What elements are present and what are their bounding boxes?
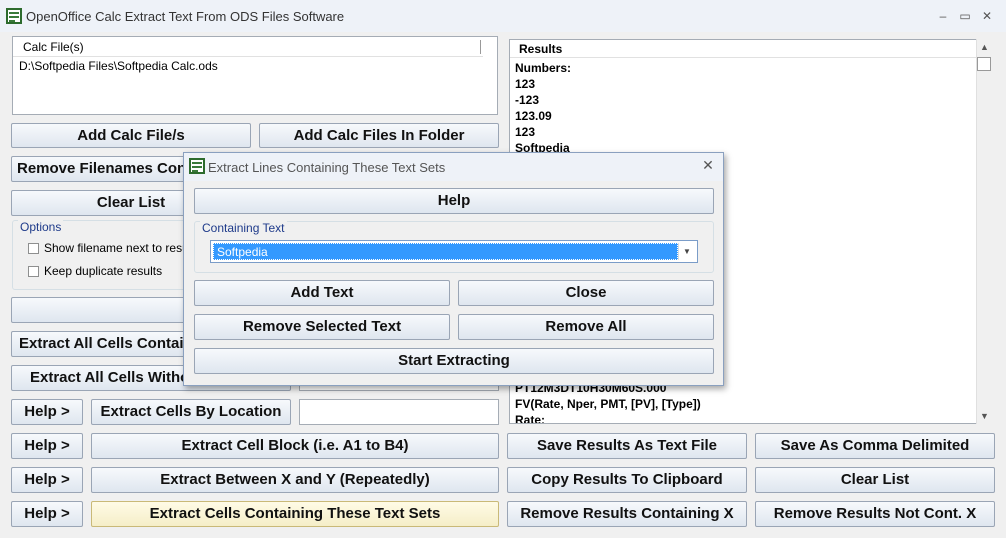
save-comma-delimited-button[interactable]: Save As Comma Delimited: [755, 433, 995, 459]
app-icon: [189, 158, 205, 174]
add-calc-files-button[interactable]: Add Calc File/s: [11, 123, 251, 148]
containing-text-label: Containing Text: [200, 221, 287, 235]
maximize-button[interactable]: ▭: [954, 6, 976, 26]
chevron-down-icon[interactable]: ▼: [678, 243, 695, 260]
minimize-button[interactable]: –: [932, 6, 954, 26]
result-line: 123.09: [515, 109, 552, 123]
help-button[interactable]: Help >: [11, 433, 83, 459]
show-filename-label: Show filename next to result: [44, 241, 195, 255]
help-button[interactable]: Help >: [11, 399, 83, 425]
column-divider[interactable]: [480, 40, 481, 54]
list-column-header[interactable]: Calc File(s): [13, 37, 483, 57]
remove-results-not-containing-button[interactable]: Remove Results Not Cont. X: [755, 501, 995, 527]
extract-cell-block-button[interactable]: Extract Cell Block (i.e. A1 to B4): [91, 433, 499, 459]
show-filename-checkbox[interactable]: [28, 243, 39, 254]
containing-text-combo[interactable]: Softpedia ▼: [210, 240, 698, 263]
help-button[interactable]: Help >: [11, 501, 83, 527]
scroll-up-icon[interactable]: ▲: [976, 39, 993, 55]
result-line: -123: [515, 93, 540, 107]
result-line: 123: [515, 125, 536, 139]
result-line: Rate:: [515, 413, 546, 424]
result-line: FV(Rate, Nper, PMT, [PV], [Type]): [515, 397, 701, 411]
keep-duplicates-label: Keep duplicate results: [44, 264, 163, 278]
calc-files-list[interactable]: Calc File(s) D:\Softpedia Files\Softpedi…: [12, 36, 498, 115]
combo-selected-value[interactable]: Softpedia: [213, 243, 678, 260]
add-folder-button[interactable]: Add Calc Files In Folder: [259, 123, 499, 148]
dialog-help-button[interactable]: Help: [194, 188, 714, 214]
app-icon: [6, 8, 22, 24]
results-scrollbar[interactable]: [976, 39, 993, 424]
dialog-title: Extract Lines Containing These Text Sets: [208, 160, 446, 175]
remove-all-button[interactable]: Remove All: [458, 314, 714, 340]
location-input[interactable]: [299, 399, 499, 425]
scroll-down-icon[interactable]: ▼: [976, 408, 993, 424]
remove-results-containing-button[interactable]: Remove Results Containing X: [507, 501, 747, 527]
result-line: Numbers:: [515, 61, 572, 75]
results-header: Results: [510, 40, 992, 58]
save-text-file-button[interactable]: Save Results As Text File: [507, 433, 747, 459]
copy-clipboard-button[interactable]: Copy Results To Clipboard: [507, 467, 747, 493]
options-legend: Options: [18, 220, 64, 234]
window-title: OpenOffice Calc Extract Text From ODS Fi…: [26, 9, 345, 24]
list-item[interactable]: D:\Softpedia Files\Softpedia Calc.ods: [19, 59, 218, 73]
help-button[interactable]: Help >: [11, 467, 83, 493]
start-extracting-button[interactable]: Start Extracting: [194, 348, 714, 374]
keep-duplicates-checkbox[interactable]: [28, 266, 39, 277]
extract-between-button[interactable]: Extract Between X and Y (Repeatedly): [91, 467, 499, 493]
extract-text-sets-button[interactable]: Extract Cells Containing These Text Sets: [91, 501, 499, 527]
remove-selected-text-button[interactable]: Remove Selected Text: [194, 314, 450, 340]
result-line: 123: [515, 77, 536, 91]
window-close-button[interactable]: ✕: [976, 6, 998, 26]
scroll-thumb[interactable]: [977, 57, 991, 71]
clear-results-button[interactable]: Clear List: [755, 467, 995, 493]
extract-by-location-button[interactable]: Extract Cells By Location: [91, 399, 291, 425]
dialog-close-button[interactable]: Close: [458, 280, 714, 306]
add-text-button[interactable]: Add Text: [194, 280, 450, 306]
dialog-close-icon[interactable]: ✕: [698, 157, 718, 175]
